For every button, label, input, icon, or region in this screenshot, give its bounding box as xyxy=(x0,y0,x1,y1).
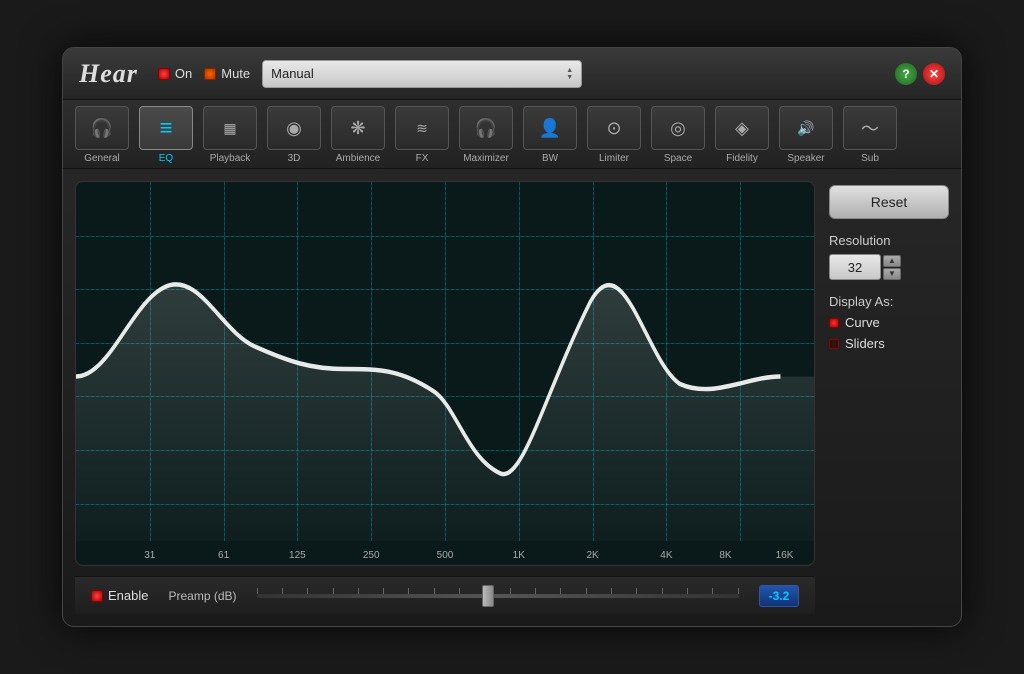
tab-icon-ambience: ❋ xyxy=(331,106,385,150)
mute-led xyxy=(204,68,216,80)
display-as-label: Display As: xyxy=(829,294,949,309)
tab-limiter[interactable]: ⊙ Limiter xyxy=(583,106,645,168)
tab-label-3d: 3D xyxy=(288,153,301,164)
freq-125: 125 xyxy=(289,550,306,561)
tab-space[interactable]: ◎ Space xyxy=(647,106,709,168)
sliders-label: Sliders xyxy=(845,336,885,351)
resolution-arrows: ▲ ▼ xyxy=(883,255,901,280)
tab-label-fidelity: Fidelity xyxy=(726,153,758,164)
help-button[interactable]: ? xyxy=(895,63,917,85)
tab-fidelity[interactable]: ◈ Fidelity xyxy=(711,106,773,168)
tab-icon-space: ◎ xyxy=(651,106,705,150)
enable-led xyxy=(91,590,103,602)
tab-icon-3d: ◉ xyxy=(267,106,321,150)
tab-label-bw: BW xyxy=(542,153,558,164)
freq-1k: 1K xyxy=(513,550,525,561)
preamp-slider[interactable] xyxy=(257,586,739,606)
tab-icon-fidelity: ◈ xyxy=(715,106,769,150)
reset-button[interactable]: Reset xyxy=(829,185,949,219)
resolution-section: Resolution 32 ▲ ▼ xyxy=(829,233,949,280)
tab-icon-sub: 〜 xyxy=(843,106,897,150)
tab-icon-general: 🎧 xyxy=(75,106,129,150)
resolution-value: 32 xyxy=(829,254,881,280)
right-panel: Reset Resolution 32 ▲ ▼ Display As: Curv… xyxy=(829,181,949,614)
main-content: 31 61 125 250 500 1K 2K 4K 8K 16K Enable… xyxy=(63,169,961,626)
preamp-value: -3.2 xyxy=(759,585,799,607)
on-button[interactable]: On xyxy=(158,66,192,81)
tab-speaker[interactable]: 🔊 Speaker xyxy=(775,106,837,168)
eq-area: 31 61 125 250 500 1K 2K 4K 8K 16K Enable… xyxy=(75,181,815,614)
curve-option[interactable]: Curve xyxy=(829,315,949,330)
tab-label-sub: Sub xyxy=(861,153,879,164)
tab-general[interactable]: 🎧 General xyxy=(71,106,133,168)
freq-4k: 4K xyxy=(660,550,672,561)
freq-2k: 2K xyxy=(586,550,598,561)
close-button[interactable]: ✕ xyxy=(923,63,945,85)
freq-500: 500 xyxy=(437,550,454,561)
tab-bw[interactable]: 👤 BW xyxy=(519,106,581,168)
freq-31: 31 xyxy=(144,550,155,561)
tab-3d[interactable]: ◉ 3D xyxy=(263,106,325,168)
mute-button[interactable]: Mute xyxy=(204,66,250,81)
app-window: Hear On Mute Manual ▲ ▼ ? ✕ 🎧 General xyxy=(62,47,962,627)
tab-playback[interactable]: ▦ Playback xyxy=(199,106,261,168)
enable-button[interactable]: Enable xyxy=(91,588,148,603)
curve-label: Curve xyxy=(845,315,880,330)
resolution-down[interactable]: ▼ xyxy=(883,268,901,280)
bottom-bar: Enable Preamp (dB) xyxy=(75,576,815,614)
header: Hear On Mute Manual ▲ ▼ ? ✕ xyxy=(63,48,961,100)
tab-fx[interactable]: ≋ FX xyxy=(391,106,453,168)
curve-radio xyxy=(829,318,839,328)
display-as-section: Display As: Curve Sliders xyxy=(829,294,949,351)
eq-graph-container: 31 61 125 250 500 1K 2K 4K 8K 16K xyxy=(75,181,815,566)
tab-label-general: General xyxy=(84,153,120,164)
resolution-input: 32 ▲ ▼ xyxy=(829,254,949,280)
resolution-label: Resolution xyxy=(829,233,949,248)
tabs-container: 🎧 General ≡ EQ ▦ Playback ◉ 3D ❋ Ambienc… xyxy=(63,100,961,169)
tab-maximizer[interactable]: 🎧 Maximizer xyxy=(455,106,517,168)
preset-select[interactable]: Manual ▲ ▼ xyxy=(262,60,582,88)
sliders-option[interactable]: Sliders xyxy=(829,336,949,351)
tab-label-eq: EQ xyxy=(159,153,173,164)
freq-61: 61 xyxy=(218,550,229,561)
sliders-radio xyxy=(829,339,839,349)
header-controls: ? ✕ xyxy=(895,63,945,85)
app-title: Hear xyxy=(79,59,138,89)
tab-icon-limiter: ⊙ xyxy=(587,106,641,150)
preamp-thumb[interactable] xyxy=(482,585,494,607)
resolution-up[interactable]: ▲ xyxy=(883,255,901,267)
preamp-label: Preamp (dB) xyxy=(168,589,236,603)
tab-icon-fx: ≋ xyxy=(395,106,449,150)
tab-ambience[interactable]: ❋ Ambience xyxy=(327,106,389,168)
freq-8k: 8K xyxy=(719,550,731,561)
freq-250: 250 xyxy=(363,550,380,561)
tab-label-maximizer: Maximizer xyxy=(463,153,509,164)
on-led xyxy=(158,68,170,80)
tabs-row: 🎧 General ≡ EQ ▦ Playback ◉ 3D ❋ Ambienc… xyxy=(63,100,961,168)
tab-icon-maximizer: 🎧 xyxy=(459,106,513,150)
tab-eq[interactable]: ≡ EQ xyxy=(135,106,197,168)
preset-arrows[interactable]: ▲ ▼ xyxy=(566,67,573,81)
tab-icon-bw: 👤 xyxy=(523,106,577,150)
freq-16k: 16K xyxy=(776,550,794,561)
tab-label-speaker: Speaker xyxy=(787,153,824,164)
preamp-ticks xyxy=(257,588,739,594)
tab-icon-speaker: 🔊 xyxy=(779,106,833,150)
tab-label-playback: Playback xyxy=(210,153,251,164)
tab-label-fx: FX xyxy=(416,153,429,164)
tab-icon-eq: ≡ xyxy=(139,106,193,150)
tab-sub[interactable]: 〜 Sub xyxy=(839,106,901,168)
preamp-track xyxy=(257,594,739,598)
tab-label-ambience: Ambience xyxy=(336,153,380,164)
tab-icon-playback: ▦ xyxy=(203,106,257,150)
tab-label-space: Space xyxy=(664,153,692,164)
tab-label-limiter: Limiter xyxy=(599,153,629,164)
eq-curve-svg xyxy=(76,182,814,541)
